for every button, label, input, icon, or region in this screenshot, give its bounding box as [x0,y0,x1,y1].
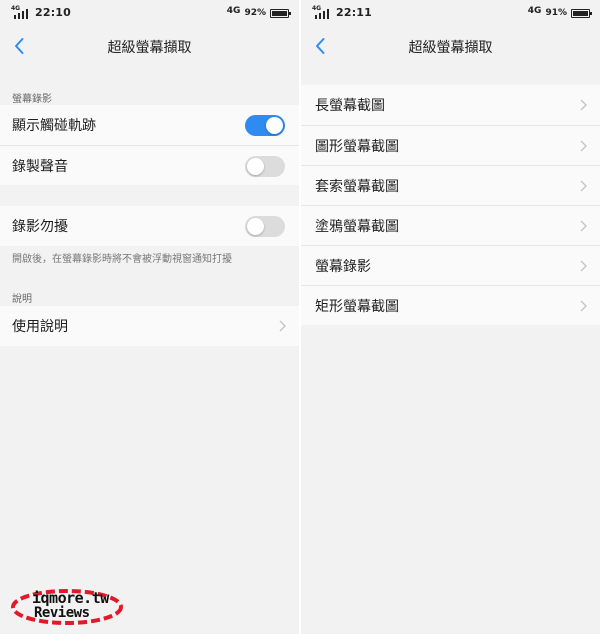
page-title: 超級螢幕擷取 [107,40,192,56]
watermark-line1: iqmore.tw [32,589,109,607]
setting-row-record-sound[interactable]: 錄製聲音 [0,145,299,185]
status-time: 22:10 [35,6,72,19]
list-item-label: 長螢幕截圖 [315,98,385,114]
status-bar: 4G 22:11 4G 91% [301,0,600,28]
signal-icon: 4G [11,6,31,19]
left-screen: 4G 22:10 4G 92% 超級螢幕擷取 螢幕錄影 顯示觸碰軌跡 錄製聲音 [0,0,299,634]
title-bar: 超級螢幕擷取 [0,28,299,65]
list-item-lasso-screenshot[interactable]: 套索螢幕截圖 [301,165,600,205]
signal-icon: 4G [312,6,332,19]
setting-row-instructions[interactable]: 使用說明 [0,306,299,346]
watermark-line2: Reviews [34,605,90,621]
record-sound-toggle[interactable] [245,156,285,177]
list-item-label: 塗鴉螢幕截圖 [315,218,399,235]
dnd-toggle[interactable] [245,216,285,237]
list-item-rectangle-screenshot[interactable]: 矩形螢幕截圖 [301,285,600,325]
toggle-knob [247,218,264,235]
network-type: 4G [527,6,542,16]
list-item-long-screenshot[interactable]: 長螢幕截圖 [301,85,600,125]
title-bar: 超級螢幕擷取 [301,28,600,65]
toggle-knob [266,117,283,134]
capture-mode-list: 長螢幕截圖 圖形螢幕截圖 套索螢幕截圖 塗鴉螢幕截圖 螢幕錄影 矩形螢幕截圖 [301,85,600,325]
watermark-logo: iqmore.tw Reviews [10,587,126,627]
chevron-right-icon [580,260,587,272]
help-group: 使用說明 [0,306,299,346]
list-item-doodle-screenshot[interactable]: 塗鴉螢幕截圖 [301,205,600,245]
section-label-help: 說明 [12,294,32,305]
dnd-settings-group: 錄影勿擾 [0,206,299,246]
chevron-right-icon [580,220,587,232]
list-item-label: 圖形螢幕截圖 [315,138,399,155]
setting-label: 顯示觸碰軌跡 [12,118,96,134]
list-item-screen-record[interactable]: 螢幕錄影 [301,245,600,285]
right-screen: 4G 22:11 4G 91% 超級螢幕擷取 長螢幕截圖 圖形螢幕截圖 套索螢幕… [301,0,600,634]
chevron-right-icon [580,99,587,111]
chevron-right-icon [580,140,587,152]
setting-label: 錄影勿擾 [12,219,68,235]
record-settings-group: 顯示觸碰軌跡 錄製聲音 [0,105,299,185]
page-title: 超級螢幕擷取 [408,40,493,56]
status-bar: 4G 22:10 4G 92% [0,0,299,28]
chevron-right-icon [580,300,587,312]
battery-percent: 92% [244,8,266,18]
show-touch-toggle[interactable] [245,115,285,136]
toggle-knob [247,158,264,175]
list-item-label: 螢幕錄影 [315,258,371,275]
setting-label: 使用說明 [12,319,68,335]
chevron-right-icon [279,320,286,332]
list-item-label: 套索螢幕截圖 [315,178,399,195]
setting-row-dnd[interactable]: 錄影勿擾 [0,206,299,246]
list-item-label: 矩形螢幕截圖 [315,298,399,315]
battery-percent: 91% [545,8,567,18]
dnd-hint-text: 開啟後，在螢幕錄影時將不會被浮動視窗通知打擾 [12,254,232,265]
chevron-right-icon [580,180,587,192]
section-label-screen-record: 螢幕錄影 [12,94,52,105]
network-type: 4G [226,6,241,16]
status-time: 22:11 [336,6,373,19]
battery-icon [270,8,291,18]
setting-label: 錄製聲音 [12,158,68,175]
setting-row-show-touch[interactable]: 顯示觸碰軌跡 [0,105,299,145]
list-item-shape-screenshot[interactable]: 圖形螢幕截圖 [301,125,600,165]
battery-icon [571,8,592,18]
